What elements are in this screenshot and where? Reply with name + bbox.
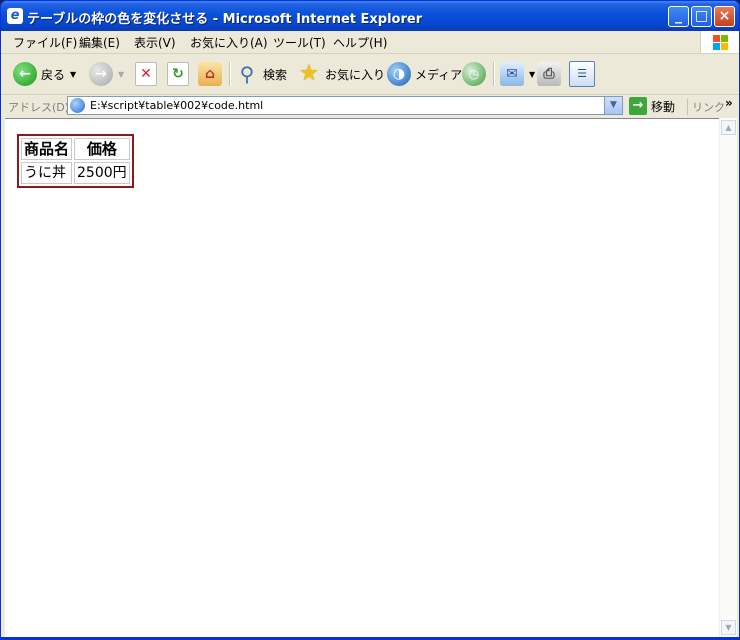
search-button[interactable]: ⚲ 検索 xyxy=(235,60,287,88)
forward-button[interactable]: → ▼ xyxy=(89,60,124,88)
home-button[interactable]: ⌂ xyxy=(198,60,222,88)
page-icon xyxy=(70,98,85,113)
edit-page-icon: ☰ xyxy=(569,61,595,87)
mail-icon: ✉ xyxy=(500,62,524,86)
windows-logo-icon xyxy=(700,31,739,53)
go-label: 移動 xyxy=(651,99,676,114)
back-button[interactable]: ← 戻る ▼ xyxy=(13,60,76,88)
mail-button[interactable]: ✉ ▼ xyxy=(500,60,535,88)
forward-arrow-icon: → xyxy=(89,62,113,86)
mail-dropdown-icon[interactable]: ▼ xyxy=(529,70,535,79)
menu-file[interactable]: ファイル(F) xyxy=(13,34,77,51)
go-button[interactable]: → 移動 xyxy=(629,97,675,115)
refresh-button[interactable]: ↻ xyxy=(167,60,189,88)
media-label: メディア xyxy=(415,67,463,82)
star-icon: ★ xyxy=(299,61,319,86)
page-content: 商品名 価格 うに丼 2500円 xyxy=(5,118,719,638)
scroll-down-icon[interactable]: ▼ xyxy=(721,620,736,635)
title-bar[interactable]: e テーブルの枠の色を変化させる - Microsoft Internet Ex… xyxy=(1,1,739,31)
menu-tools[interactable]: ツール(T) xyxy=(273,34,326,51)
address-url[interactable]: E:¥script¥table¥002¥code.html xyxy=(90,99,263,112)
menu-edit[interactable]: 編集(E) xyxy=(79,34,120,51)
minimize-button[interactable]: _ xyxy=(668,6,689,27)
address-label: アドレス(D) xyxy=(8,101,70,114)
menu-help[interactable]: ヘルプ(H) xyxy=(333,34,387,51)
stop-icon: ✕ xyxy=(135,62,157,86)
history-icon: ◷ xyxy=(462,62,486,86)
window-title: テーブルの枠の色を変化させる - Microsoft Internet Expl… xyxy=(27,12,423,27)
media-button[interactable]: ◑ メディア xyxy=(387,60,462,88)
table-header-row: 商品名 価格 xyxy=(21,138,130,160)
search-label: 検索 xyxy=(263,67,288,82)
maximize-button[interactable]: □ xyxy=(691,6,712,27)
cell-price: 2500円 xyxy=(74,162,130,184)
more-chevron-icon[interactable]: » xyxy=(725,96,733,110)
home-icon: ⌂ xyxy=(198,62,222,86)
forward-dropdown-icon[interactable]: ▼ xyxy=(118,70,124,79)
product-table: 商品名 価格 うに丼 2500円 xyxy=(17,134,134,188)
favorites-button[interactable]: ★ お気に入り xyxy=(297,60,385,88)
links-toolbar[interactable]: リンク xyxy=(687,99,725,115)
browser-window: e テーブルの枠の色を変化させる - Microsoft Internet Ex… xyxy=(0,0,740,640)
edit-button[interactable]: ☰ xyxy=(569,60,595,88)
toolbar-separator xyxy=(493,62,495,86)
standard-toolbar: ← 戻る ▼ → ▼ ✕ ↻ ⌂ ⚲ 検索 ★ お気に入り ◑ メディア ◷ ✉… xyxy=(1,54,739,95)
history-button[interactable]: ◷ xyxy=(462,60,486,88)
scroll-up-icon[interactable]: ▲ xyxy=(721,120,736,135)
table-row: うに丼 2500円 xyxy=(21,162,130,184)
back-arrow-icon: ← xyxy=(13,62,37,86)
favorites-label: お気に入り xyxy=(325,67,386,82)
printer-icon: ⎙ xyxy=(537,62,561,86)
header-price: 価格 xyxy=(74,138,130,160)
header-product-name: 商品名 xyxy=(21,138,73,160)
close-button[interactable]: × xyxy=(714,6,735,27)
refresh-icon: ↻ xyxy=(167,62,189,86)
menu-favorites[interactable]: お気に入り(A) xyxy=(190,34,268,51)
ie-logo-icon: e xyxy=(7,8,23,24)
vertical-scrollbar[interactable]: ▲ ▼ xyxy=(719,118,737,637)
media-icon: ◑ xyxy=(387,62,411,86)
stop-button[interactable]: ✕ xyxy=(135,60,157,88)
toolbar-separator xyxy=(229,62,231,86)
search-icon: ⚲ xyxy=(239,62,255,86)
address-bar: アドレス(D) E:¥script¥table¥002¥code.html ▼ … xyxy=(1,95,739,117)
back-dropdown-icon[interactable]: ▼ xyxy=(70,70,76,79)
address-input[interactable]: E:¥script¥table¥002¥code.html ▼ xyxy=(67,96,623,115)
menu-bar: ファイル(F) 編集(E) 表示(V) お気に入り(A) ツール(T) ヘルプ(… xyxy=(1,31,739,54)
cell-product-name: うに丼 xyxy=(21,162,73,184)
address-dropdown-icon[interactable]: ▼ xyxy=(604,97,622,114)
back-label: 戻る xyxy=(41,67,66,82)
print-button[interactable]: ⎙ xyxy=(537,60,561,88)
menu-view[interactable]: 表示(V) xyxy=(134,34,176,51)
go-arrow-icon: → xyxy=(629,97,647,115)
